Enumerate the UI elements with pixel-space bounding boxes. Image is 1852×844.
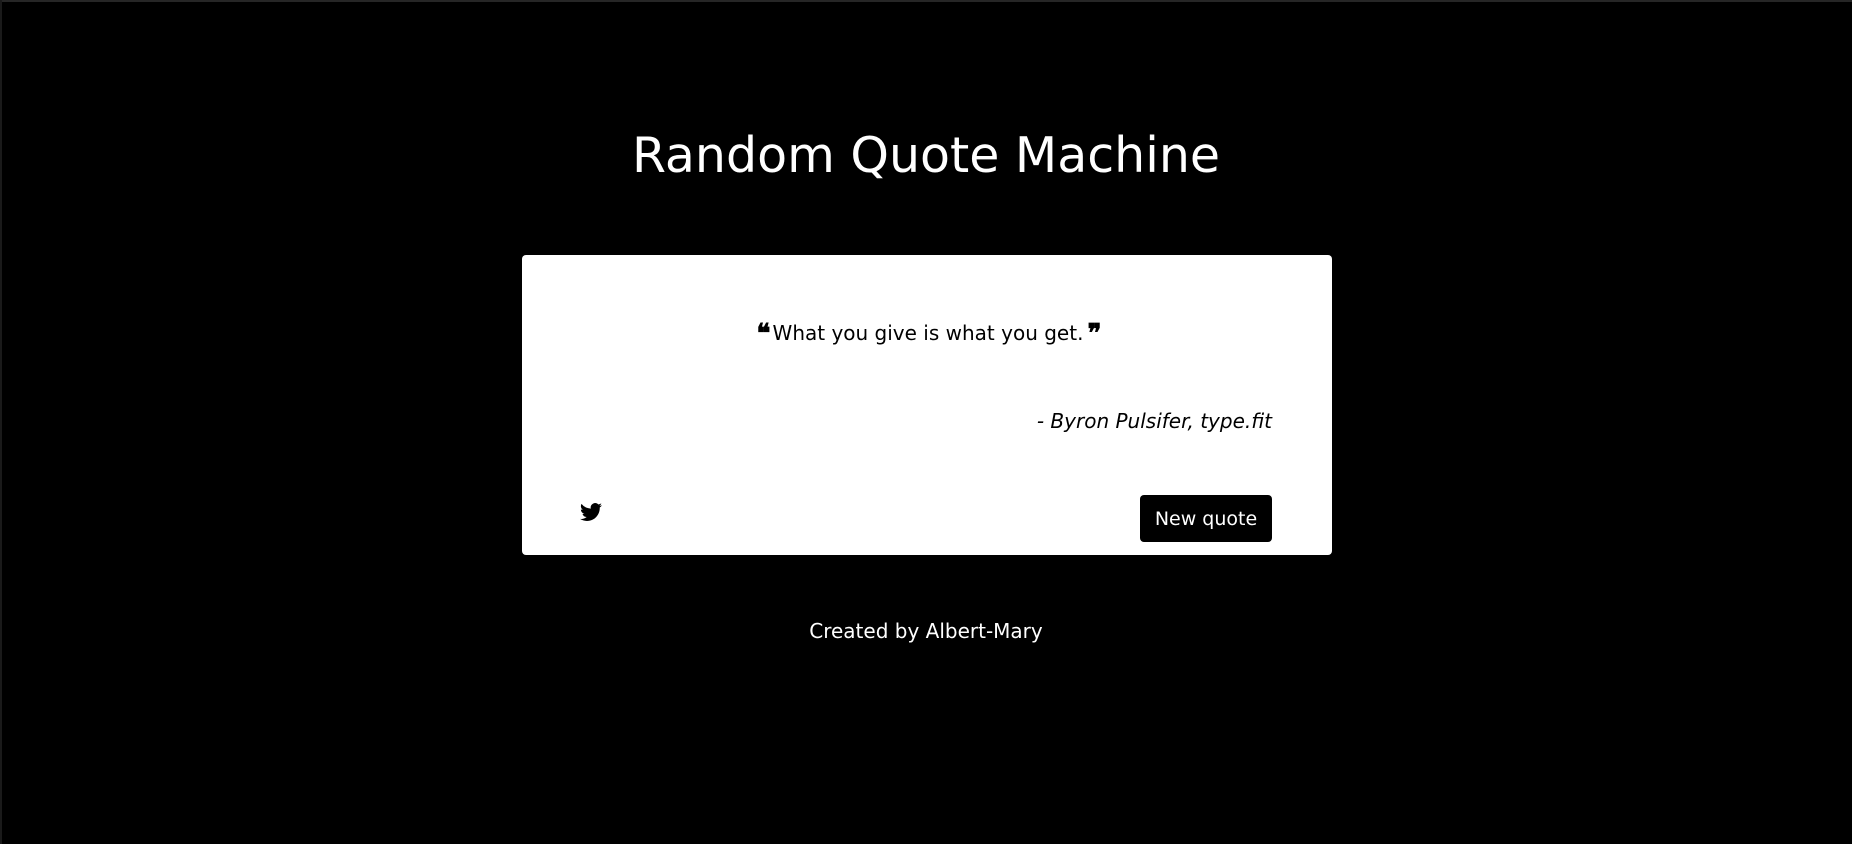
footer-credit: Created by Albert-Mary	[809, 619, 1043, 643]
twitter-icon	[580, 503, 602, 521]
tweet-quote-button[interactable]	[580, 501, 604, 525]
quote-author: - Byron Pulsifer, type.fit	[1036, 409, 1272, 433]
open-quote-icon: ❝	[756, 319, 771, 349]
quote-text: What you give is what you get.	[772, 321, 1084, 345]
quote-line: ❝ What you give is what you get. ❞	[522, 317, 1332, 349]
new-quote-button[interactable]: New quote	[1140, 495, 1272, 542]
quote-box: ❝ What you give is what you get. ❞ - Byron…	[522, 255, 1332, 555]
page-title: Random Quote Machine	[631, 127, 1221, 184]
window-top-border	[0, 0, 1852, 5]
close-quote-icon: ❞	[1087, 319, 1101, 349]
